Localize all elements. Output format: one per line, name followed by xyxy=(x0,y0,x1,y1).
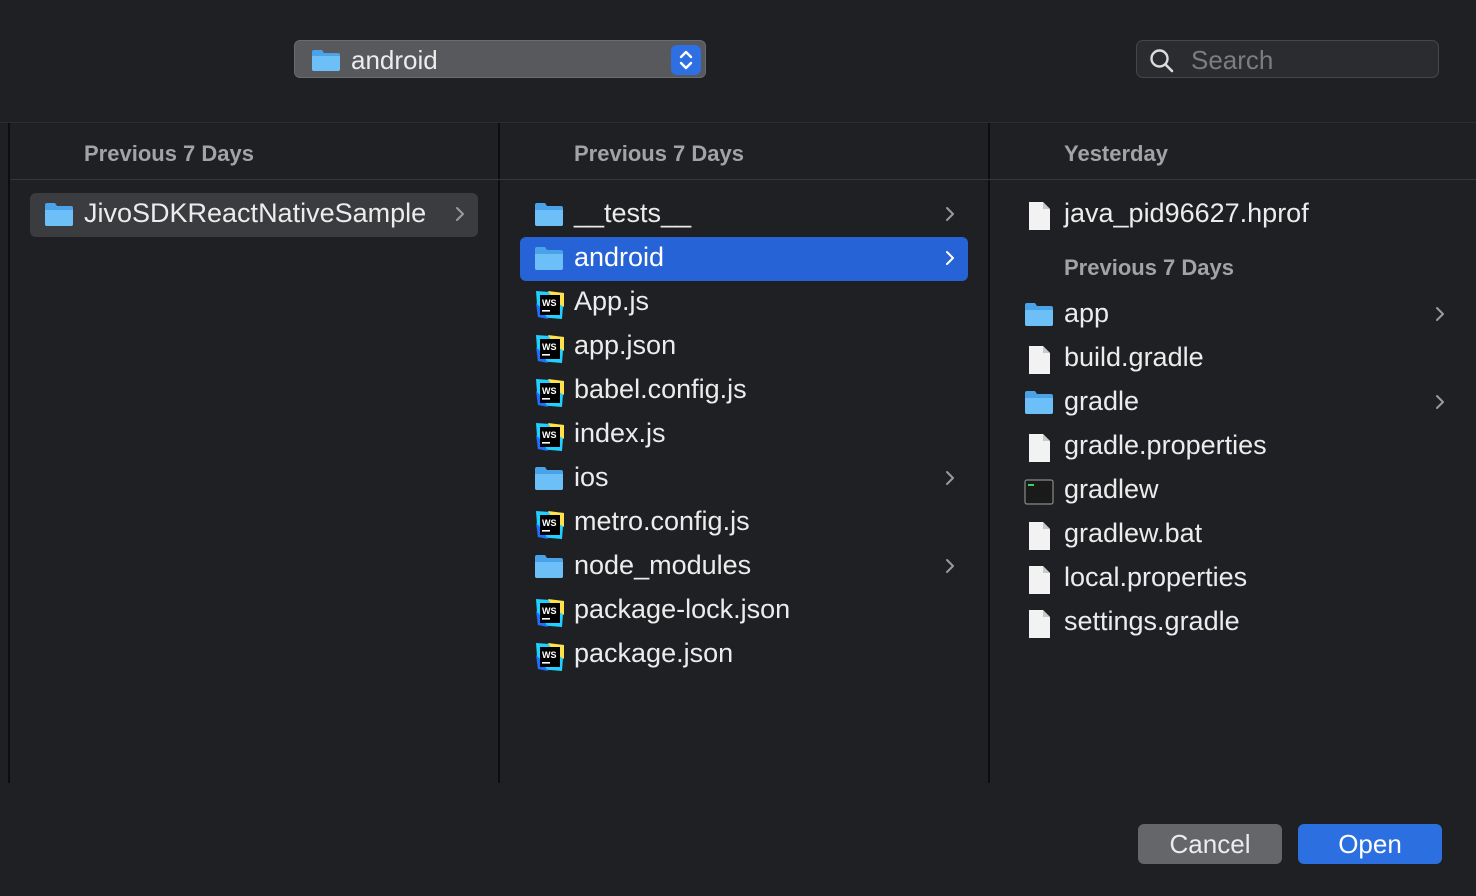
file-name: app xyxy=(1064,298,1110,328)
chevron-right-icon xyxy=(1434,305,1446,328)
folder-icon xyxy=(44,201,74,232)
folder-icon xyxy=(534,245,564,276)
chevron-right-icon xyxy=(944,249,956,272)
header-separator xyxy=(10,179,1476,180)
file-name: settings.gradle xyxy=(1064,606,1240,636)
file-row-app-js[interactable]: WS App.js xyxy=(520,281,968,325)
location-popup-button[interactable]: android xyxy=(294,40,706,78)
document-icon xyxy=(1024,609,1054,644)
document-icon xyxy=(1024,345,1054,380)
file-name: index.js xyxy=(574,418,666,448)
file-name: ios xyxy=(574,462,609,492)
terminal-icon xyxy=(1024,477,1054,512)
svg-text:WS: WS xyxy=(542,342,557,352)
file-name: metro.config.js xyxy=(574,506,750,536)
file-name: gradle xyxy=(1064,386,1140,416)
webstorm-file-icon: WS xyxy=(534,509,566,546)
file-row-jivosdkreactnativesample[interactable]: JivoSDKReactNativeSample xyxy=(30,193,478,237)
file-name: android xyxy=(574,242,665,272)
webstorm-file-icon: WS xyxy=(534,597,566,634)
cancel-button[interactable]: Cancel xyxy=(1138,824,1282,864)
file-name: gradle.properties xyxy=(1064,430,1267,460)
chevron-right-icon xyxy=(944,205,956,228)
document-icon xyxy=(1024,201,1054,236)
file-row-tests[interactable]: __tests__ xyxy=(520,193,968,237)
file-row-package-json[interactable]: WS package.json xyxy=(520,633,968,677)
file-name: local.properties xyxy=(1064,562,1248,592)
file-row-babel-config-js[interactable]: WS babel.config.js xyxy=(520,369,968,413)
file-name: package.json xyxy=(574,638,734,668)
folder-icon xyxy=(534,553,564,584)
file-name: package-lock.json xyxy=(574,594,791,624)
svg-text:WS: WS xyxy=(542,298,557,308)
webstorm-file-icon: WS xyxy=(534,333,566,370)
file-row-app[interactable]: app xyxy=(1010,293,1458,337)
file-name: babel.config.js xyxy=(574,374,747,404)
svg-text:WS: WS xyxy=(542,518,557,528)
file-row-settings-gradle[interactable]: settings.gradle xyxy=(1010,601,1458,645)
chevron-right-icon xyxy=(454,205,466,228)
file-row-build-gradle[interactable]: build.gradle xyxy=(1010,337,1458,381)
column-browser: Previous 7 Days Previous 7 Days Yesterda… xyxy=(0,122,1476,783)
chevron-updown-icon[interactable] xyxy=(671,45,701,75)
svg-text:WS: WS xyxy=(542,606,557,616)
chevron-right-icon xyxy=(944,469,956,492)
file-row-gradlew-bat[interactable]: gradlew.bat xyxy=(1010,513,1458,557)
file-row-gradle[interactable]: gradle xyxy=(1010,381,1458,425)
webstorm-file-icon: WS xyxy=(534,641,566,678)
column-3-subheader: Previous 7 Days xyxy=(1064,255,1234,280)
file-name: gradlew xyxy=(1064,474,1159,504)
file-name: App.js xyxy=(574,286,650,316)
chevron-right-icon xyxy=(1434,393,1446,416)
column-divider[interactable] xyxy=(8,123,10,783)
document-icon xyxy=(1024,433,1054,468)
folder-icon xyxy=(534,465,564,496)
file-row-gradle-properties[interactable]: gradle.properties xyxy=(1010,425,1458,469)
document-icon xyxy=(1024,565,1054,600)
file-row-gradlew[interactable]: gradlew xyxy=(1010,469,1458,513)
location-label: android xyxy=(351,45,438,75)
file-name: JivoSDKReactNativeSample xyxy=(84,198,427,228)
file-name: gradlew.bat xyxy=(1064,518,1203,548)
search-input[interactable] xyxy=(1189,43,1433,77)
folder-icon xyxy=(534,201,564,232)
search-icon xyxy=(1149,48,1175,79)
file-name: __tests__ xyxy=(574,198,692,228)
chevron-right-icon xyxy=(944,557,956,580)
file-row-ios[interactable]: ios xyxy=(520,457,968,501)
column-divider[interactable] xyxy=(498,123,500,783)
svg-text:WS: WS xyxy=(542,386,557,396)
folder-icon xyxy=(311,48,341,77)
webstorm-file-icon: WS xyxy=(534,289,566,326)
column-2-header: Previous 7 Days xyxy=(574,141,744,166)
column-1-header: Previous 7 Days xyxy=(84,141,254,166)
file-name: app.json xyxy=(574,330,677,360)
file-row-package-lock-json[interactable]: WS package-lock.json xyxy=(520,589,968,633)
file-row-node-modules[interactable]: node_modules xyxy=(520,545,968,589)
column-divider[interactable] xyxy=(988,123,990,783)
webstorm-file-icon: WS xyxy=(534,421,566,458)
webstorm-file-icon: WS xyxy=(534,377,566,414)
file-name: build.gradle xyxy=(1064,342,1204,372)
toolbar: android xyxy=(0,0,1476,122)
search-field[interactable] xyxy=(1136,40,1439,78)
open-button[interactable]: Open xyxy=(1298,824,1442,864)
file-row-metro-config-js[interactable]: WS metro.config.js xyxy=(520,501,968,545)
document-icon xyxy=(1024,521,1054,556)
file-row-android[interactable]: android xyxy=(520,237,968,281)
file-row-java-pid96627-hprof[interactable]: java_pid96627.hprof xyxy=(1010,193,1458,237)
file-row-index-js[interactable]: WS index.js xyxy=(520,413,968,457)
svg-text:WS: WS xyxy=(542,650,557,660)
file-row-local-properties[interactable]: local.properties xyxy=(1010,557,1458,601)
folder-icon xyxy=(1024,301,1054,332)
file-name: java_pid96627.hprof xyxy=(1064,198,1309,228)
file-row-app-json[interactable]: WS app.json xyxy=(520,325,968,369)
column-3-header: Yesterday xyxy=(1064,141,1168,166)
folder-icon xyxy=(1024,389,1054,420)
svg-text:WS: WS xyxy=(542,430,557,440)
file-name: node_modules xyxy=(574,550,752,580)
